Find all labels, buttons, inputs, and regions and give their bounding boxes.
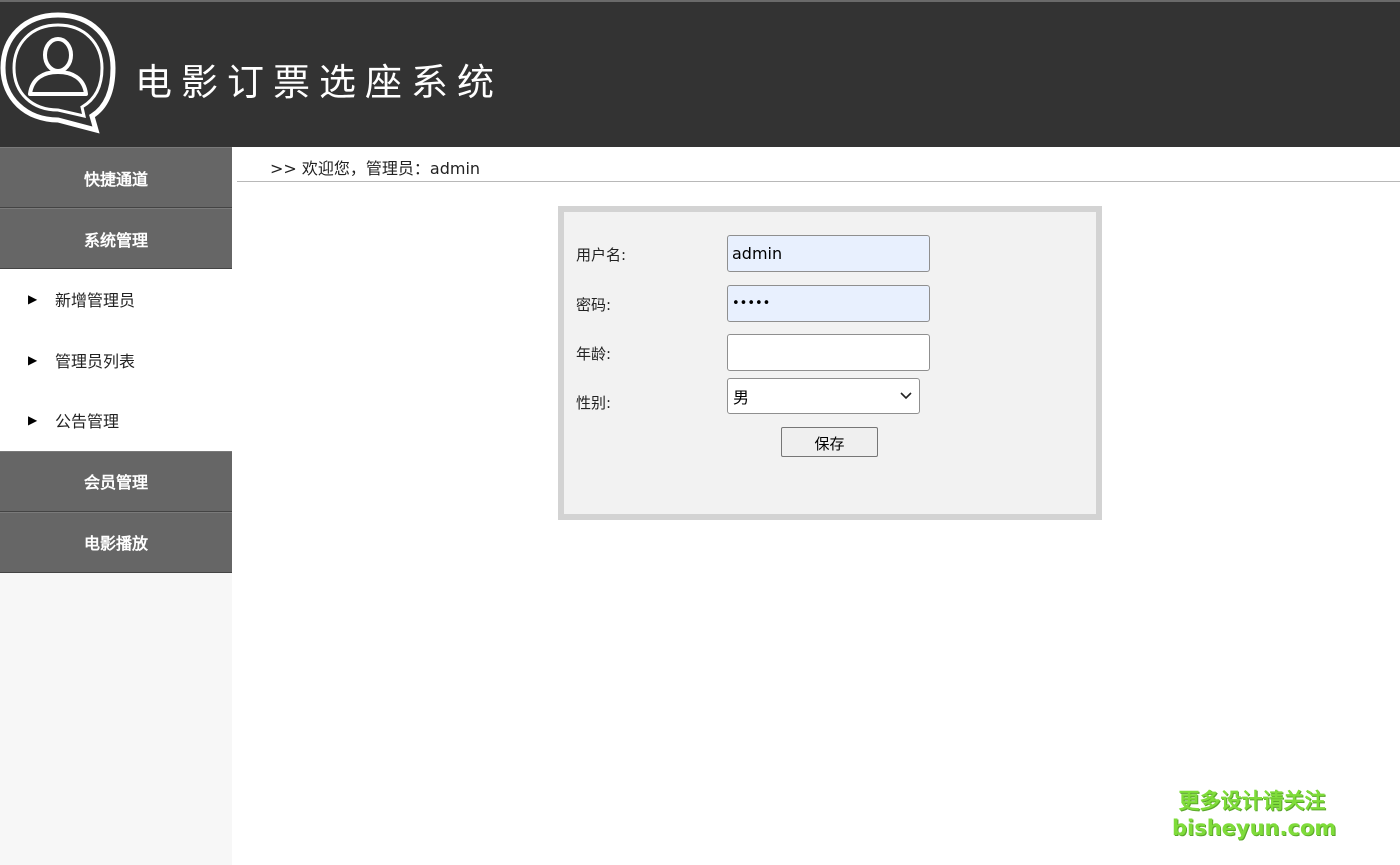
sidebar-item-label: 管理员列表 (55, 351, 136, 371)
username-label: 用户名: (576, 246, 627, 264)
sidebar-item-announcements[interactable]: ▶ 公告管理 (0, 390, 232, 451)
sidebar-section-member-management[interactable]: 会员管理 (0, 450, 232, 512)
triangle-right-icon: ▶ (28, 292, 38, 307)
sidebar-section-movie-playback[interactable]: 电影播放 (0, 511, 232, 573)
sidebar-item-add-admin[interactable]: ▶ 新增管理员 (0, 269, 232, 330)
username-input[interactable] (727, 235, 930, 272)
admin-form-panel: 用户名: 密码: ••••• 年龄: 性别: 男 保存 (558, 206, 1102, 520)
age-label: 年龄: (576, 345, 612, 363)
sidebar-item-label: 新增管理员 (55, 291, 136, 311)
gender-selected-value: 男 (733, 388, 750, 407)
sidebar: 快捷通道 系统管理 ▶ 新增管理员 ▶ 管理员列表 ▶ 公告管理 会员管理 电影… (0, 147, 232, 865)
system-management-submenu: ▶ 新增管理员 ▶ 管理员列表 ▶ 公告管理 (0, 269, 232, 451)
chevron-down-icon (900, 392, 912, 400)
sidebar-section-quick-access[interactable]: 快捷通道 (0, 147, 232, 208)
gender-select[interactable]: 男 (727, 378, 920, 414)
watermark-line2: bisheyun.com (1172, 816, 1337, 840)
sidebar-item-admin-list[interactable]: ▶ 管理员列表 (0, 330, 232, 391)
save-button[interactable]: 保存 (781, 427, 878, 457)
age-input[interactable] (727, 334, 930, 371)
triangle-right-icon: ▶ (28, 352, 38, 367)
password-label: 密码: (576, 296, 612, 314)
watermark-line1: 更多设计请关注 (1178, 789, 1326, 813)
watermark: 更多设计请关注 bisheyun.com (1172, 788, 1337, 841)
user-chat-bubble-icon (0, 12, 116, 134)
triangle-right-icon: ▶ (28, 413, 38, 428)
sidebar-section-system-management[interactable]: 系统管理 (0, 208, 232, 269)
password-input[interactable]: ••••• (727, 285, 930, 322)
gender-label: 性别: (576, 394, 612, 412)
site-title: 电影订票选座系统 (135, 61, 503, 104)
header: 电影订票选座系统 (0, 2, 1400, 147)
welcome-text: >> 欢迎您，管理员：admin (270, 159, 481, 178)
breadcrumb: >> 欢迎您，管理员：admin (237, 147, 1400, 182)
sidebar-item-label: 公告管理 (55, 412, 120, 432)
